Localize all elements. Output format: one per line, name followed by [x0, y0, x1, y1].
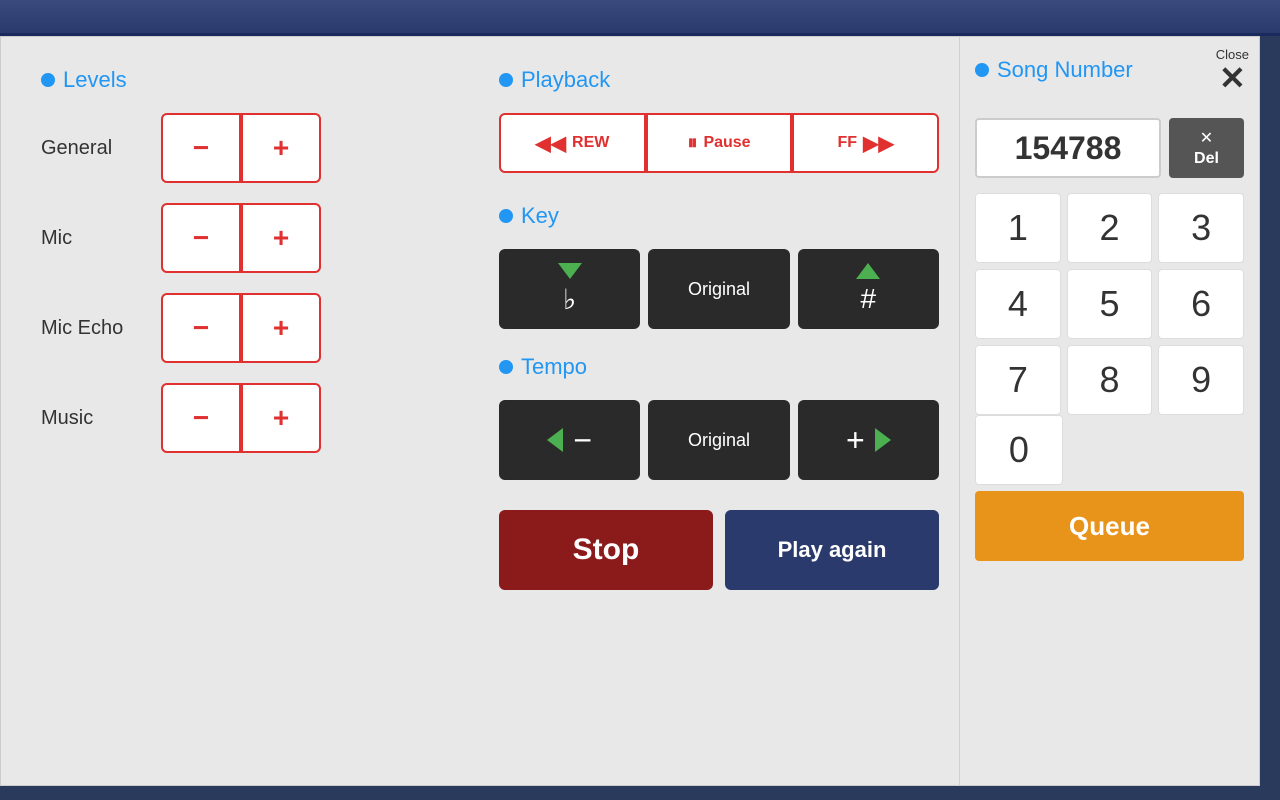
key-title: Key: [521, 203, 559, 229]
tri-left-icon: [547, 428, 563, 452]
tempo-title: Tempo: [521, 354, 587, 380]
flat-label: ♭: [563, 283, 576, 316]
general-minus-button[interactable]: −: [161, 113, 241, 183]
pause-button[interactable]: ⏸ Pause: [646, 113, 793, 173]
mic-label: Mic: [41, 227, 161, 250]
action-buttons: Stop Play again: [499, 510, 939, 590]
close-x-icon: ✕: [1219, 62, 1246, 94]
numpad-8-button[interactable]: 8: [1067, 345, 1153, 415]
music-row: Music − +: [41, 383, 439, 453]
general-row: General − +: [41, 113, 439, 183]
mic-echo-row: Mic Echo − +: [41, 293, 439, 363]
tempo-minus-label: −: [573, 422, 592, 459]
numpad-bottom-row: 0 Queue: [975, 415, 1244, 561]
del-label: Del: [1194, 150, 1219, 168]
queue-button[interactable]: Queue: [975, 491, 1244, 561]
del-button[interactable]: ✕ Del: [1169, 118, 1244, 178]
mic-echo-label: Mic Echo: [41, 317, 161, 340]
key-dot: [499, 209, 513, 223]
music-label: Music: [41, 407, 161, 430]
playback-dot: [499, 73, 513, 87]
song-number-panel: Song Number 154788 ✕ Del 1 2 3 4 5 6 7 8…: [959, 37, 1259, 785]
tempo-header: Tempo: [499, 354, 939, 380]
general-plus-button[interactable]: +: [241, 113, 321, 183]
tempo-original-label: Original: [688, 430, 750, 451]
mic-echo-plus-button[interactable]: +: [241, 293, 321, 363]
key-section: Key ♭ Original #: [499, 203, 939, 329]
numpad-1-button[interactable]: 1: [975, 193, 1061, 263]
mic-plus-button[interactable]: +: [241, 203, 321, 273]
numpad-0-button[interactable]: 0: [975, 415, 1063, 485]
song-number-display: 154788 ✕ Del: [975, 118, 1244, 178]
ff-button[interactable]: FF ▶▶: [792, 113, 939, 173]
music-plus-button[interactable]: +: [241, 383, 321, 453]
triangle-up-icon: [856, 263, 880, 279]
playback-buttons: ◀◀ REW ⏸ Pause FF ▶▶: [499, 113, 939, 173]
song-number-dot: [975, 63, 989, 77]
rew-arrows-icon: ◀◀: [535, 131, 566, 156]
close-button[interactable]: Close ✕: [1216, 47, 1249, 94]
tempo-dot: [499, 360, 513, 374]
sharp-label: #: [861, 283, 877, 315]
numpad-4-button[interactable]: 4: [975, 269, 1061, 339]
mic-echo-minus-button[interactable]: −: [161, 293, 241, 363]
tempo-buttons: − Original +: [499, 400, 939, 480]
numpad-2-button[interactable]: 2: [1067, 193, 1153, 263]
key-buttons: ♭ Original #: [499, 249, 939, 329]
del-x-icon: ✕: [1200, 128, 1213, 148]
song-number-input[interactable]: 154788: [975, 118, 1161, 178]
levels-header: Levels: [41, 67, 439, 93]
playback-header: Playback: [499, 67, 939, 93]
play-again-button[interactable]: Play again: [725, 510, 939, 590]
tempo-minus-button[interactable]: −: [499, 400, 640, 480]
key-original-button[interactable]: Original: [648, 249, 789, 329]
numpad-7-button[interactable]: 7: [975, 345, 1061, 415]
pause-label: Pause: [703, 134, 750, 152]
tempo-plus-label: +: [846, 422, 865, 459]
numpad-5-button[interactable]: 5: [1067, 269, 1153, 339]
playback-section: Playback ◀◀ REW ⏸ Pause FF ▶▶: [499, 67, 939, 173]
numpad-9-button[interactable]: 9: [1158, 345, 1244, 415]
levels-title: Levels: [63, 67, 127, 93]
numpad-3-button[interactable]: 3: [1158, 193, 1244, 263]
music-minus-button[interactable]: −: [161, 383, 241, 453]
top-bar: [0, 0, 1280, 36]
triangle-down-icon: [558, 263, 582, 279]
levels-dot: [41, 73, 55, 87]
general-label: General: [41, 137, 161, 160]
center-panel: Playback ◀◀ REW ⏸ Pause FF ▶▶: [479, 37, 959, 785]
mic-minus-button[interactable]: −: [161, 203, 241, 273]
ff-arrows-icon: ▶▶: [863, 131, 894, 156]
playback-title: Playback: [521, 67, 610, 93]
key-flat-button[interactable]: ♭: [499, 249, 640, 329]
numpad-6-button[interactable]: 6: [1158, 269, 1244, 339]
rew-button[interactable]: ◀◀ REW: [499, 113, 646, 173]
rew-label: REW: [572, 134, 609, 152]
levels-panel: Levels General − + Mic − + Mic Echo − +: [1, 37, 479, 785]
tempo-section: Tempo − Original +: [499, 354, 939, 480]
song-number-title: Song Number: [997, 57, 1133, 83]
tempo-plus-button[interactable]: +: [798, 400, 939, 480]
mic-row: Mic − +: [41, 203, 439, 273]
ff-label: FF: [838, 134, 858, 152]
key-original-label: Original: [688, 279, 750, 300]
key-sharp-button[interactable]: #: [798, 249, 939, 329]
main-content: Levels General − + Mic − + Mic Echo − +: [1, 37, 1259, 785]
key-header: Key: [499, 203, 939, 229]
numpad: 1 2 3 4 5 6 7 8 9: [975, 193, 1244, 415]
tri-right-icon: [875, 428, 891, 452]
pause-icon: ⏸: [687, 132, 697, 155]
modal-overlay: Close ✕ Levels General − + Mic − +: [0, 36, 1260, 786]
song-number-header: Song Number: [975, 57, 1244, 83]
tempo-original-button[interactable]: Original: [648, 400, 789, 480]
stop-button[interactable]: Stop: [499, 510, 713, 590]
